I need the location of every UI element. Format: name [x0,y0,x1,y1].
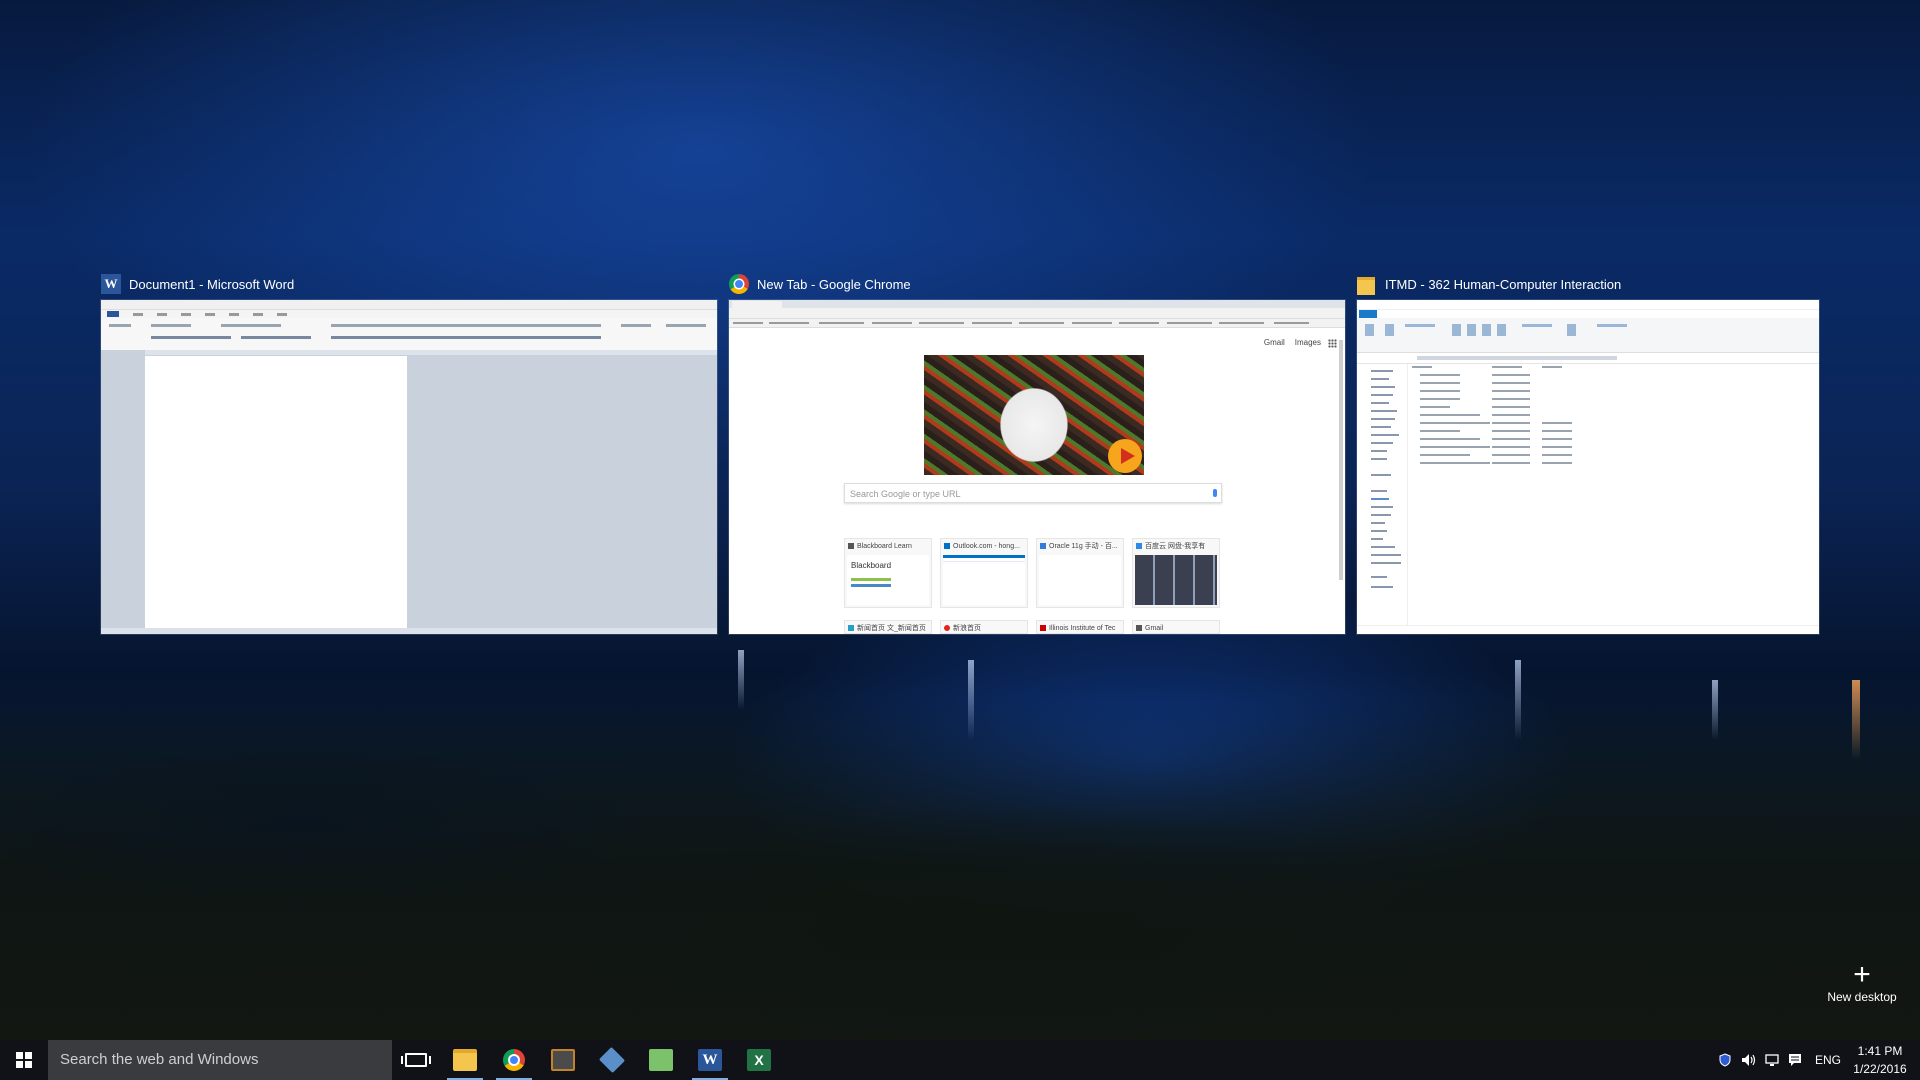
task-view-icon [401,1053,431,1067]
window-title-bar: ITMD - 362 Human-Computer Interaction [1357,268,1621,300]
tile-preview-text: Blackboard [851,561,892,570]
taskbar-app-chrome[interactable] [490,1040,538,1080]
file-explorer-icon [453,1049,477,1071]
gmail-link: Gmail [1263,338,1285,347]
chrome-icon [729,274,749,294]
chrome-icon [503,1049,525,1071]
tile-label: Oracle 11g 手动 - 百... [1049,543,1118,550]
volume-icon[interactable] [1741,1053,1756,1067]
word-icon: W [101,274,121,294]
tile-label: Outlook.com - hong... [953,542,1020,550]
outlook-favicon [944,543,950,549]
taskbar: Search the web and Windows W X ENG 1:41 … [0,1040,1920,1080]
light-reflection [1852,680,1860,760]
window-thumbnail-chrome[interactable]: New Tab - Google Chrome Gmail Images Sea… [729,268,1345,634]
document-page [145,356,407,628]
tile-sina: 新浪首页 [940,620,1028,634]
start-button[interactable] [0,1040,48,1080]
taskbar-app-virtualbox[interactable] [588,1040,636,1080]
window-title: New Tab - Google Chrome [757,276,911,292]
clock-date: 1/22/2016 [1853,1062,1907,1076]
tile-label: Blackboard Learn [857,542,912,550]
new-desktop-label: New desktop [1827,990,1897,1004]
tile-baidu-cloud: 百度云 网盘-我享有 [1132,538,1220,608]
google-top-links: Gmail Images [1264,338,1321,347]
search-placeholder: Search the web and Windows [60,1051,259,1068]
calculator-icon [649,1049,673,1071]
google-search-box: Search Google or type URL [844,483,1222,503]
virtualbox-icon [598,1046,626,1074]
action-center-icon[interactable] [1788,1053,1802,1067]
tile-blackboard: Blackboard Learn Blackboard [844,538,932,608]
tile-label: 新闻首页 文_新闻首页 [857,625,926,632]
input-language-indicator[interactable]: ENG [1815,1040,1841,1080]
window-title-bar: New Tab - Google Chrome [729,268,911,300]
tile-news: 新闻首页 文_新闻首页 [844,620,932,634]
tile-oracle: Oracle 11g 手动 - 百... [1036,538,1124,608]
taskbar-app-excel[interactable]: X [735,1040,783,1080]
excel-icon: X [747,1049,771,1071]
plus-icon: + [1853,958,1871,991]
window-title-bar: W Document1 - Microsoft Word [101,268,294,300]
apps-grid-icon [1328,339,1337,348]
system-clock[interactable]: 1:41 PM 1/22/2016 [1848,1042,1912,1078]
sublime-text-icon [551,1049,575,1071]
window-thumbnail-explorer[interactable]: ITMD - 362 Human-Computer Interaction [1357,268,1819,634]
search-placeholder: Search Google or type URL [850,489,961,499]
taskbar-app-calculator[interactable] [637,1040,685,1080]
tile-outlook: Outlook.com - hong... [940,538,1028,608]
tile-label: 百度云 网盘-我享有 [1145,543,1206,550]
window-thumbnail-word[interactable]: W Document1 - Microsoft Word [101,268,717,634]
tile-gmail: Gmail [1132,620,1220,634]
tile-label: Gmail [1145,624,1164,632]
windows-logo-icon [16,1052,32,1068]
new-desktop-button[interactable]: + New desktop [1814,960,1910,1010]
google-favicon [1136,625,1142,631]
tile-iit: Illinois Institute of Tec [1036,620,1124,634]
security-shield-icon[interactable] [1718,1053,1732,1067]
light-reflection [738,650,744,710]
tile-label: Illinois Institute of Tec [1049,624,1116,632]
clock-time: 1:41 PM [1857,1044,1903,1058]
play-icon [1108,439,1142,473]
oracle-favicon [1040,543,1046,549]
baidu-cloud-favicon [1136,543,1142,549]
sina-favicon [944,625,950,631]
word-preview [101,300,717,634]
window-title: ITMD - 362 Human-Computer Interaction [1385,276,1622,292]
iit-favicon [1040,625,1046,631]
taskbar-search-box[interactable]: Search the web and Windows [48,1040,392,1080]
google-doodle [924,355,1144,475]
taskbar-app-file-explorer[interactable] [441,1040,489,1080]
light-reflection [1515,660,1521,740]
news-favicon [848,625,854,631]
window-title: Document1 - Microsoft Word [129,276,295,292]
taskbar-app-word[interactable]: W [686,1040,734,1080]
blackboard-favicon [848,543,854,549]
explorer-preview [1357,300,1819,634]
network-icon[interactable] [1764,1053,1779,1067]
word-icon: W [698,1049,722,1071]
light-reflection [968,660,974,740]
task-view-button[interactable] [392,1040,440,1080]
wallpaper-shoreline [0,700,1920,1040]
light-reflection [1712,680,1718,740]
tile-label: 新浪首页 [953,625,981,632]
chrome-preview: Gmail Images Search Google or type URL B… [729,300,1345,634]
microphone-icon [1213,489,1217,497]
images-link: Images [1294,338,1321,347]
folder-icon [1357,274,1377,294]
taskbar-app-sublime[interactable] [539,1040,587,1080]
